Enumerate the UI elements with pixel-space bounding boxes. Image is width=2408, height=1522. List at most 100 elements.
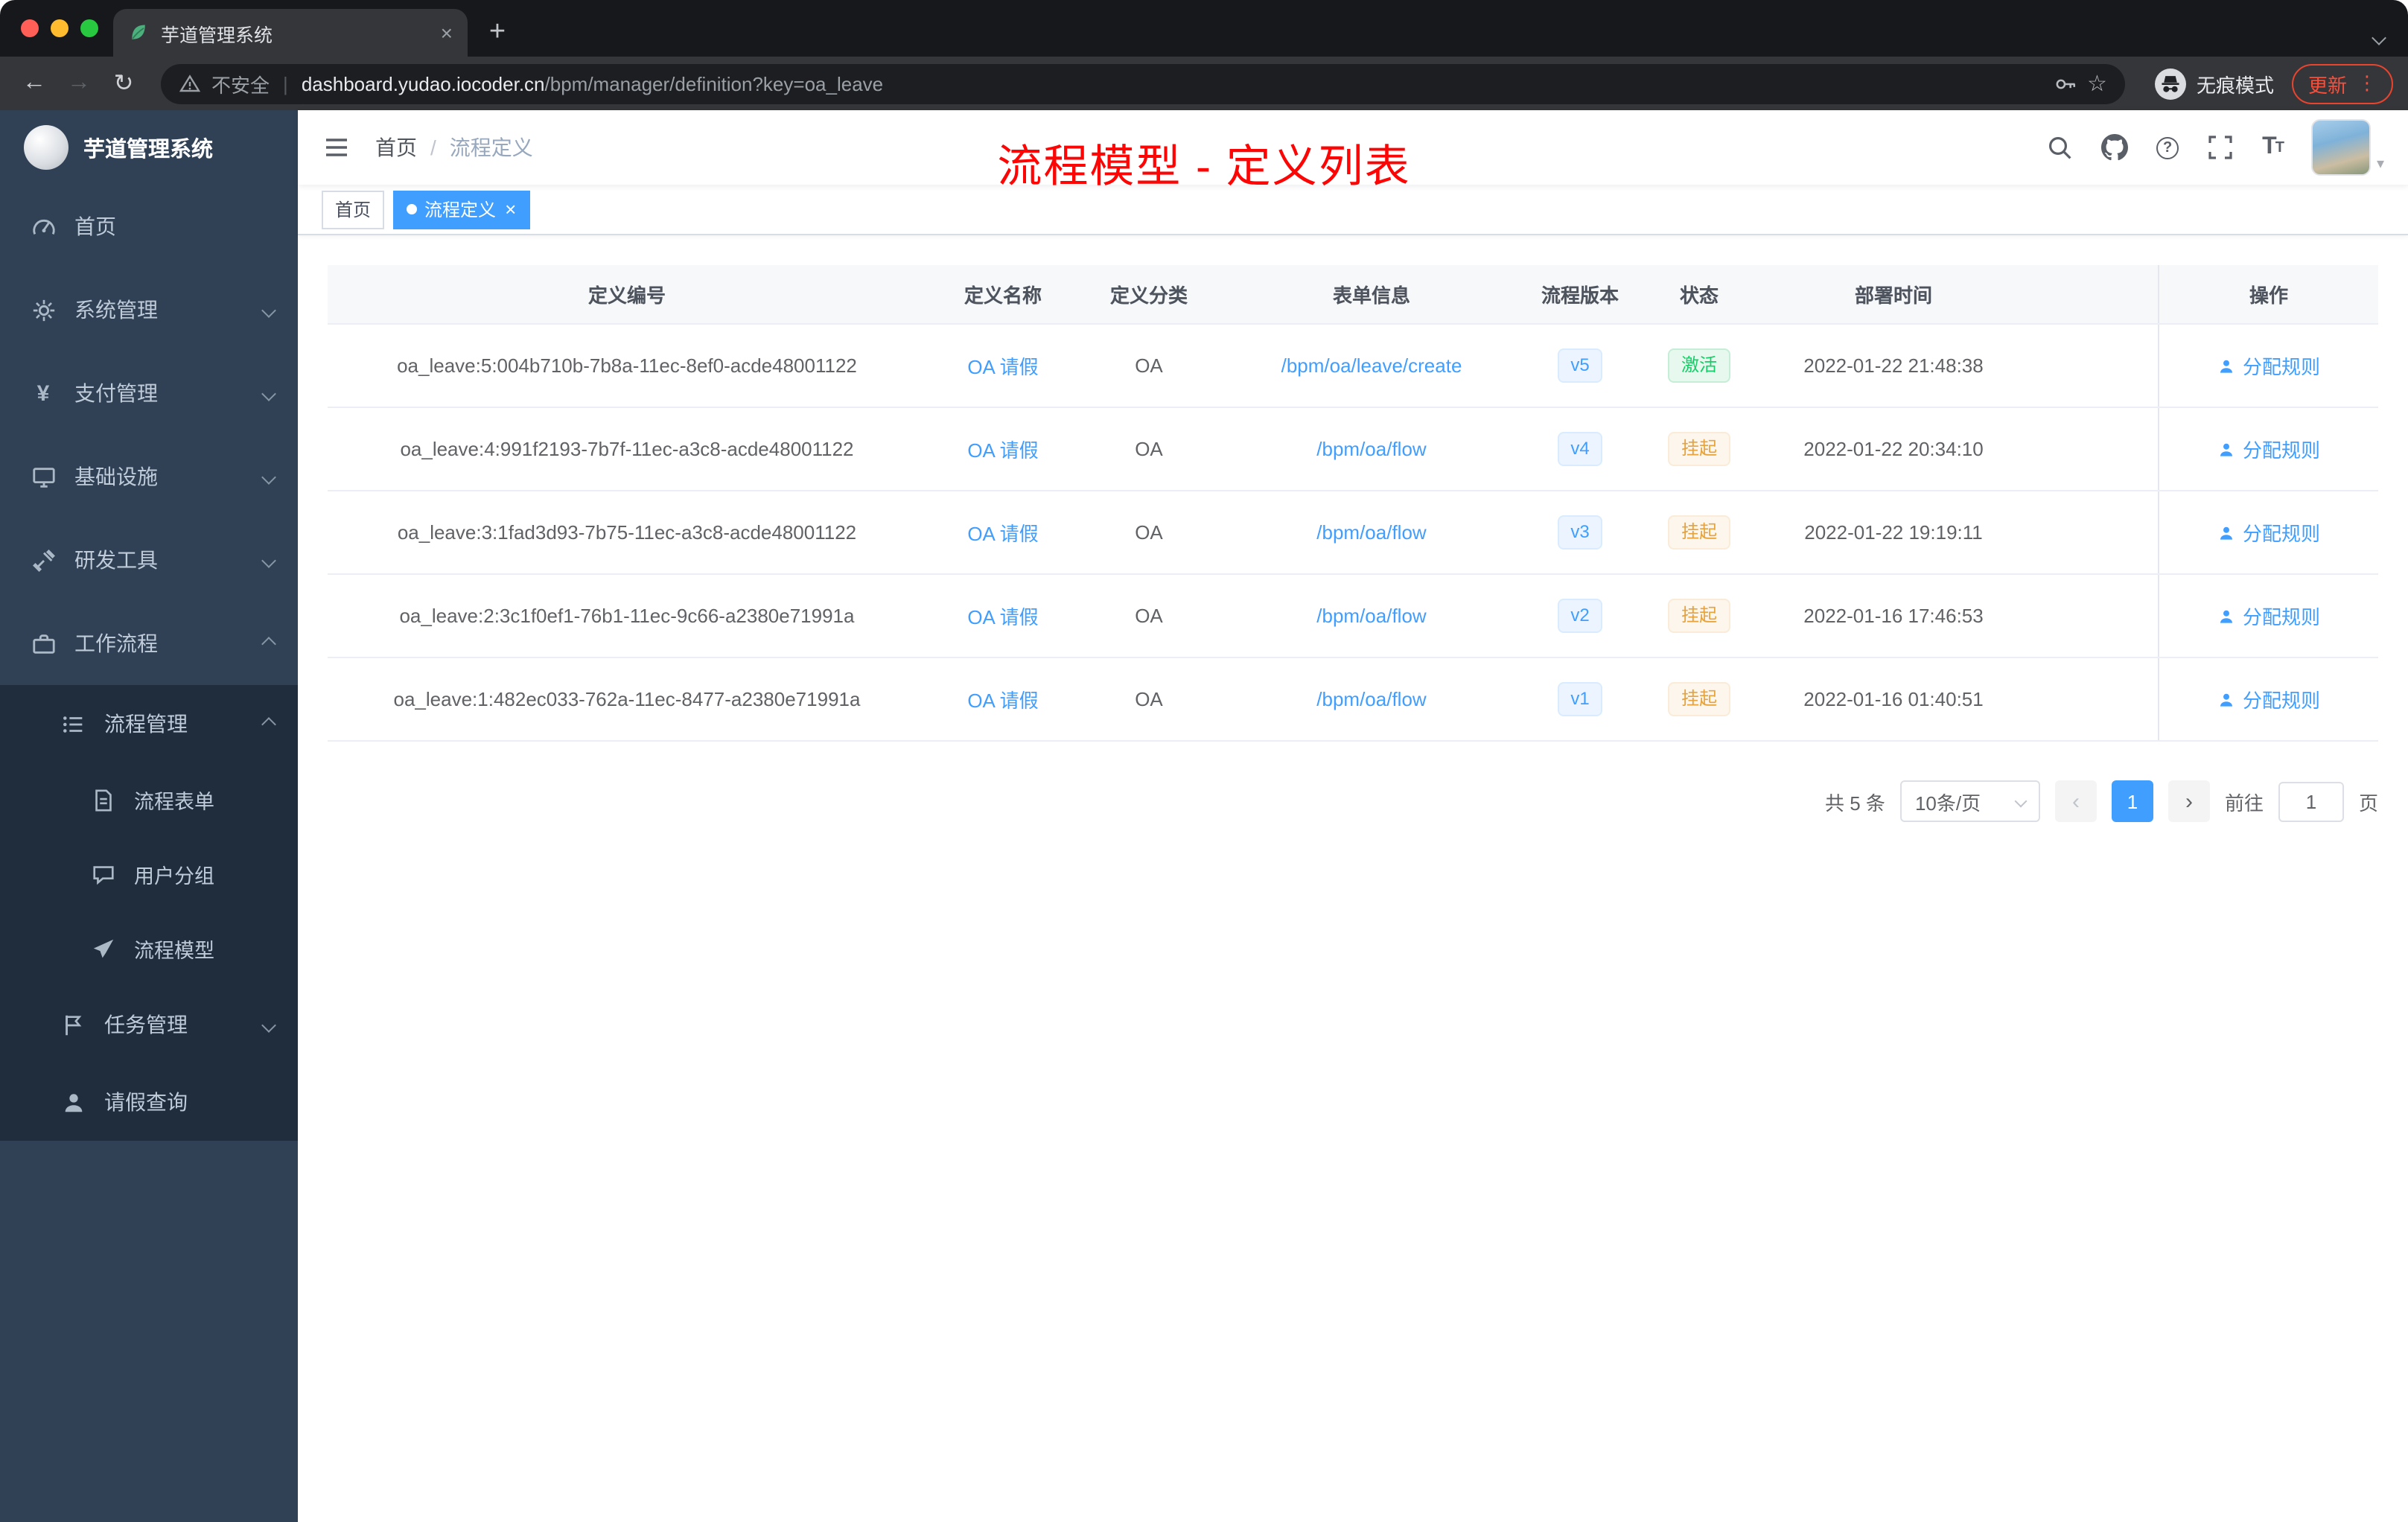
goto-label: 前往 (2224, 792, 2264, 814)
password-key-icon[interactable] (2051, 71, 2077, 96)
column-header-name: 定义名称 (963, 284, 1042, 307)
goto-page-input[interactable] (2278, 781, 2344, 821)
app-logo[interactable]: 芋道管理系统 (0, 110, 298, 185)
name-link[interactable]: OA 请假 (967, 602, 1038, 630)
cell-category: OA (1135, 521, 1163, 544)
column-header-version: 流程版本 (1541, 284, 1619, 307)
close-window-button[interactable] (21, 19, 39, 37)
browser-menu-icon[interactable]: ⋮ (2357, 71, 2377, 95)
cell-id: oa_leave:4:991f2193-7b7f-11ec-a3c8-acde4… (400, 438, 854, 460)
help-question-icon[interactable]: ? (2156, 136, 2179, 159)
hamburger-icon[interactable] (322, 133, 351, 162)
assign-rule-link[interactable]: 分配规则 (2217, 518, 2320, 547)
page-size-value: 10条/页 (1914, 792, 1981, 814)
column-header-filler (2024, 265, 2158, 323)
sidebar-item-devtools[interactable]: 研发工具 (0, 518, 298, 602)
breadcrumb-current: 流程定义 (449, 136, 533, 159)
zoom-window-button[interactable] (80, 19, 98, 37)
bookmark-star-icon[interactable]: ☆ (2087, 70, 2107, 97)
cell-name: OA 请假 (926, 408, 1080, 490)
pagination: 共 5 条 10条/页 ‹ 1 › 前往 页 (328, 780, 2378, 822)
tab-search-icon[interactable] (2372, 24, 2386, 51)
form-link[interactable]: /bpm/oa/leave/create (1281, 354, 1462, 377)
table-row: oa_leave:2:3c1f0ef1-76b1-11ec-9c66-a2380… (328, 575, 2378, 658)
tag-首页[interactable]: 首页 (322, 190, 385, 229)
minimize-window-button[interactable] (51, 19, 69, 37)
browser-tab[interactable]: 芋道管理系统 × (113, 9, 468, 57)
sidebar-item-system[interactable]: 系统管理 (0, 268, 298, 351)
chevron-down-icon (261, 1017, 276, 1032)
avatar-image (2310, 119, 2371, 176)
tags-view-bar: 首页 流程定义 × (298, 185, 2408, 235)
chat-icon (89, 861, 116, 888)
name-link[interactable]: OA 请假 (967, 435, 1038, 463)
sidebar-item-payment[interactable]: ¥ 支付管理 (0, 351, 298, 435)
sidebar-item-leave-query[interactable]: 请假查询 (0, 1063, 298, 1141)
search-icon[interactable] (2046, 134, 2073, 161)
cell-filler (2024, 491, 2158, 573)
form-link[interactable]: /bpm/oa/flow (1316, 521, 1426, 544)
main-content: 定义编号 定义名称 定义分类 表单信息 流程版本 状态 部署时间 操作 oa_leave:5:… (298, 235, 2408, 1522)
assign-rule-label: 分配规则 (2242, 523, 2320, 545)
person-icon (2217, 523, 2235, 541)
cell-version: v5 (1525, 325, 1635, 407)
assign-rule-link[interactable]: 分配规则 (2217, 602, 2320, 630)
assign-rule-label: 分配规则 (2242, 439, 2320, 462)
cell-category: OA (1135, 688, 1163, 710)
tag-close-icon[interactable]: × (505, 200, 516, 219)
browser-tab-strip: 芋道管理系统 × + (0, 0, 2408, 57)
browser-update-button[interactable]: 更新 ⋮ (2291, 63, 2393, 104)
sidebar-item-task-management[interactable]: 任务管理 (0, 986, 298, 1063)
forward-button[interactable]: → (60, 70, 98, 97)
tag-流程定义[interactable]: 流程定义 × (393, 190, 530, 229)
sidebar-item-label: 任务管理 (104, 1013, 188, 1037)
cell-id: oa_leave:5:004b710b-7b8a-11ec-8ef0-acde4… (397, 354, 857, 377)
new-tab-button[interactable]: + (477, 12, 518, 54)
name-link[interactable]: OA 请假 (967, 685, 1038, 713)
sidebar-item-label: 系统管理 (74, 298, 158, 322)
user-avatar[interactable]: ▾ (2310, 119, 2384, 176)
sidebar-item-process-form[interactable]: 流程表单 (0, 762, 298, 837)
cell-category: OA (1135, 438, 1163, 460)
cell-deployed: 2022-01-16 17:46:53 (1803, 605, 1984, 627)
next-page-button[interactable]: › (2167, 780, 2210, 822)
table-header-row: 定义编号 定义名称 定义分类 表单信息 流程版本 状态 部署时间 操作 (328, 265, 2378, 325)
sidebar-item-label: 研发工具 (74, 548, 158, 572)
assign-rule-link[interactable]: 分配规则 (2217, 435, 2320, 463)
cell-action: 分配规则 (2158, 408, 2378, 490)
form-link[interactable]: /bpm/oa/flow (1316, 605, 1426, 627)
breadcrumb-home[interactable]: 首页 (375, 133, 417, 162)
reload-button[interactable]: ↻ (104, 69, 143, 98)
sidebar-item-user-group[interactable]: 用户分组 (0, 837, 298, 911)
back-button[interactable]: ← (15, 70, 54, 97)
fullscreen-icon[interactable] (2207, 134, 2234, 161)
page-size-select[interactable]: 10条/页 (1899, 780, 2040, 822)
sidebar-item-workflow[interactable]: 工作流程 (0, 602, 298, 685)
window-controls (21, 19, 98, 37)
assign-rule-link[interactable]: 分配规则 (2217, 351, 2320, 380)
name-link[interactable]: OA 请假 (967, 351, 1038, 380)
cell-filler (2024, 575, 2158, 657)
definition-table: 定义编号 定义名称 定义分类 表单信息 流程版本 状态 部署时间 操作 oa_leave:5:… (328, 265, 2378, 742)
url-separator: | (283, 72, 288, 95)
assign-rule-link[interactable]: 分配规则 (2217, 685, 2320, 713)
cell-deployed: 2022-01-22 20:34:10 (1803, 438, 1984, 460)
sidebar-item-infrastructure[interactable]: 基础设施 (0, 435, 298, 518)
breadcrumb: 首页 / 流程定义 (375, 133, 533, 162)
page-number-current[interactable]: 1 (2111, 780, 2153, 822)
cell-filler (2024, 408, 2158, 490)
font-size-icon[interactable]: TT (2262, 134, 2284, 161)
sidebar-item-process-model[interactable]: 流程模型 (0, 911, 298, 986)
sidebar-item-label: 请假查询 (104, 1090, 188, 1114)
address-bar[interactable]: 不安全 | dashboard.yudao.iocoder.cn/bpm/man… (161, 63, 2125, 104)
form-link[interactable]: /bpm/oa/flow (1316, 688, 1426, 710)
github-icon[interactable] (2101, 134, 2129, 161)
chevron-down-icon (261, 553, 276, 567)
prev-page-button[interactable]: ‹ (2054, 780, 2097, 822)
url-domain: dashboard.yudao.iocoder.cn (301, 72, 545, 95)
tab-close-icon[interactable]: × (441, 22, 453, 43)
sidebar-item-home[interactable]: 首页 (0, 185, 298, 268)
form-link[interactable]: /bpm/oa/flow (1316, 438, 1426, 460)
name-link[interactable]: OA 请假 (967, 518, 1038, 547)
sidebar-item-process-management[interactable]: 流程管理 (0, 685, 298, 762)
